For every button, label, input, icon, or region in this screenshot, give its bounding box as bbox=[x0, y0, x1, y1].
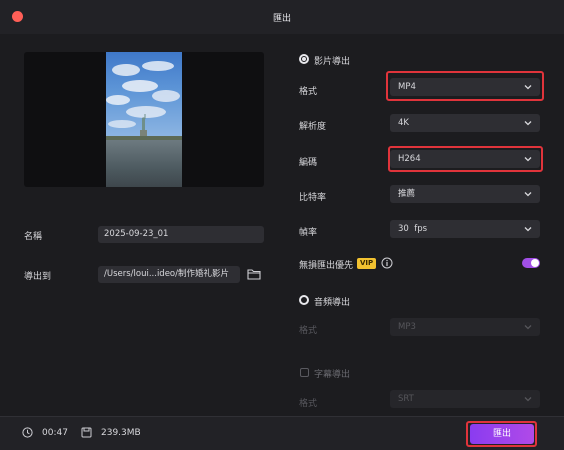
resolution-label: 解析度 bbox=[299, 122, 327, 132]
audio-export-radio[interactable] bbox=[299, 295, 309, 305]
chevron-down-icon bbox=[524, 325, 532, 330]
audio-format-value: MP3 bbox=[398, 322, 416, 332]
folder-icon[interactable] bbox=[247, 268, 261, 280]
export-path-field[interactable]: /Users/loui...ideo/制作婚礼影片 bbox=[98, 266, 240, 283]
duration-text: 00:47 bbox=[42, 428, 68, 438]
encoder-value: H264 bbox=[398, 154, 421, 164]
framerate-label: 幀率 bbox=[299, 228, 318, 238]
subtitle-export-label: 字幕導出 bbox=[314, 370, 351, 380]
bitrate-value: 推薦 bbox=[398, 189, 416, 199]
encoder-select[interactable]: H264 bbox=[390, 150, 540, 168]
audio-format-label: 格式 bbox=[299, 326, 318, 336]
subtitle-format-select[interactable]: SRT bbox=[390, 390, 540, 408]
lossless-export-label: 無損匯出優先 bbox=[299, 261, 354, 271]
audio-format-select[interactable]: MP3 bbox=[390, 318, 540, 336]
clock-icon bbox=[22, 427, 33, 438]
vip-badge: VIP bbox=[357, 258, 377, 269]
video-thumbnail bbox=[106, 52, 182, 187]
video-export-label: 影片導出 bbox=[314, 57, 351, 67]
resolution-value: 4K bbox=[398, 118, 409, 128]
framerate-value: 30 fps bbox=[398, 224, 428, 234]
export-to-label: 導出到 bbox=[24, 272, 52, 282]
subtitle-format-value: SRT bbox=[398, 394, 414, 404]
file-size-text: 239.3MB bbox=[101, 428, 141, 438]
format-label: 格式 bbox=[299, 87, 318, 97]
chevron-down-icon bbox=[524, 397, 532, 402]
lossless-toggle[interactable] bbox=[522, 258, 540, 268]
title-bar: 匯出 bbox=[0, 0, 564, 34]
video-preview bbox=[24, 52, 264, 187]
window-title: 匯出 bbox=[272, 14, 291, 24]
info-icon[interactable] bbox=[381, 257, 393, 269]
subtitle-format-label: 格式 bbox=[299, 399, 318, 409]
video-export-radio[interactable] bbox=[299, 54, 309, 64]
chevron-down-icon bbox=[524, 121, 532, 126]
framerate-select[interactable]: 30 fps bbox=[390, 220, 540, 238]
bitrate-select[interactable]: 推薦 bbox=[390, 185, 540, 203]
chevron-down-icon bbox=[524, 192, 532, 197]
file-size-icon bbox=[81, 427, 92, 438]
name-label: 名稱 bbox=[24, 232, 43, 242]
name-input[interactable]: 2025-09-23_01 bbox=[98, 226, 264, 243]
resolution-select[interactable]: 4K bbox=[390, 114, 540, 132]
export-button[interactable]: 匯出 bbox=[470, 424, 534, 444]
audio-export-label: 音頻導出 bbox=[314, 298, 351, 308]
subtitle-export-checkbox[interactable] bbox=[300, 368, 309, 377]
format-value: MP4 bbox=[398, 82, 416, 92]
chevron-down-icon bbox=[524, 227, 532, 232]
chevron-down-icon bbox=[524, 85, 532, 90]
encoder-label: 編碼 bbox=[299, 158, 318, 168]
chevron-down-icon bbox=[524, 157, 532, 162]
bitrate-label: 比特率 bbox=[299, 193, 327, 203]
format-select[interactable]: MP4 bbox=[390, 78, 540, 96]
footer-divider bbox=[0, 416, 564, 417]
